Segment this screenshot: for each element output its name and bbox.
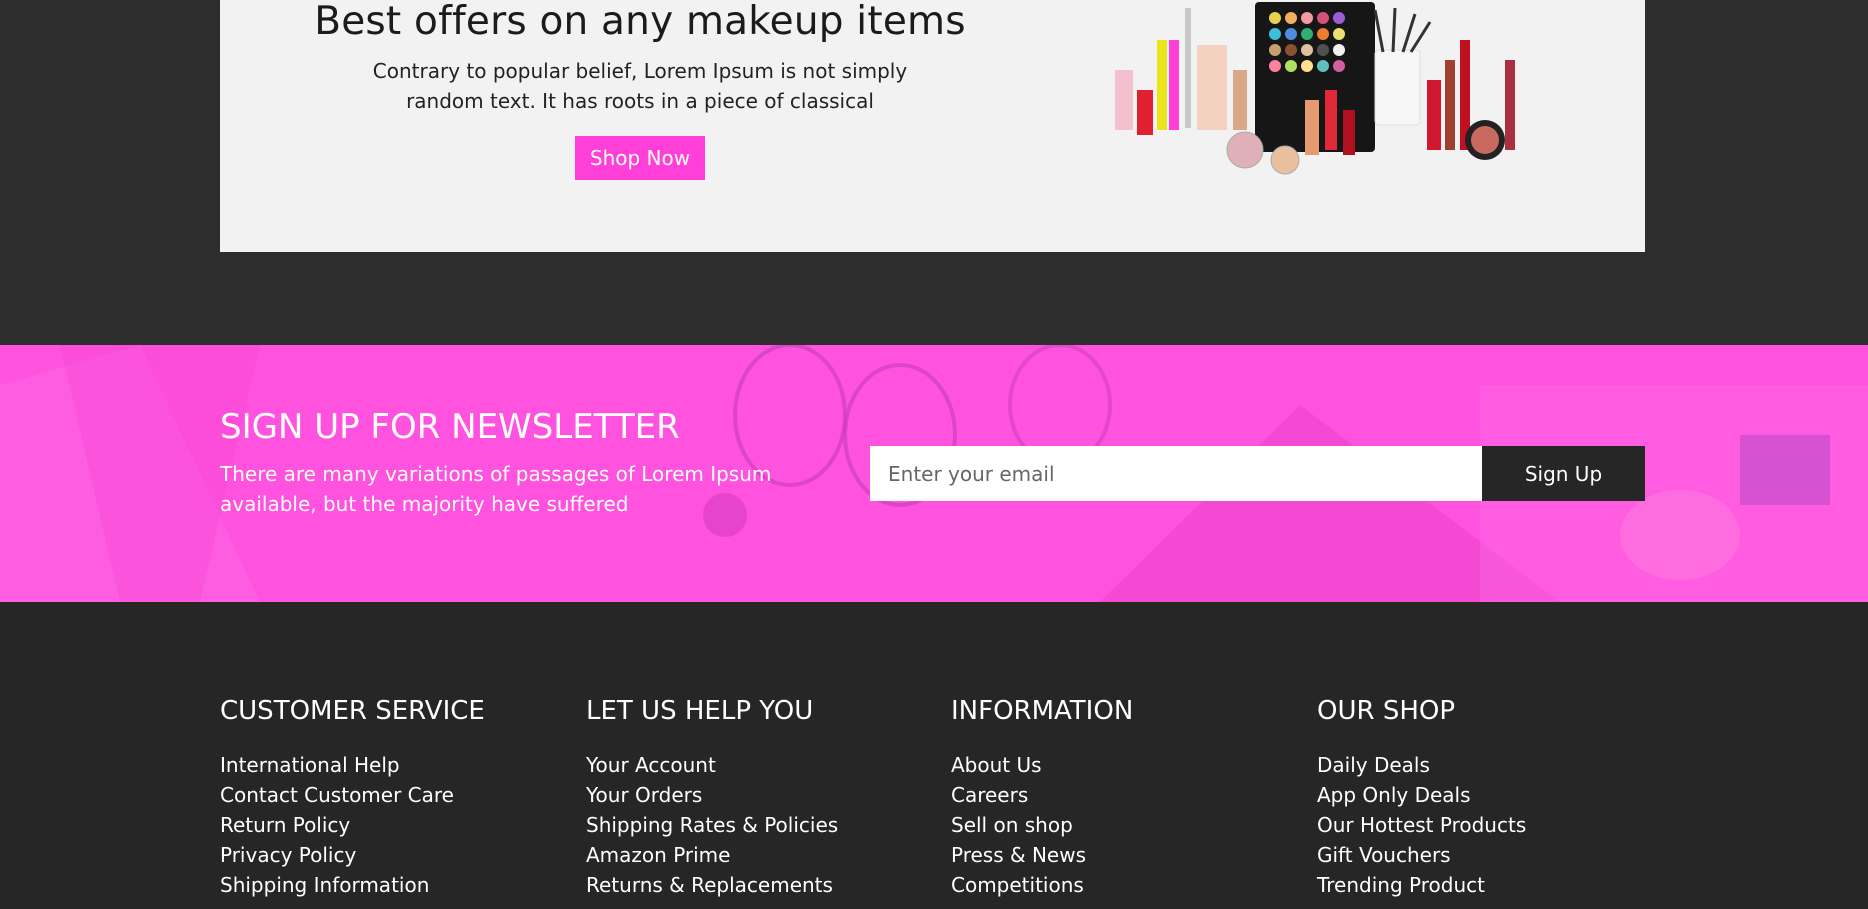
footer-link[interactable]: Return Policy [220,810,560,840]
footer-link[interactable]: Careers [951,780,1291,810]
newsletter-title: SIGN UP FOR NEWSLETTER [220,407,680,447]
footer-link[interactable]: Returns & Replacements [586,870,926,900]
footer-column-title: OUR SHOP [1317,696,1456,726]
footer-link[interactable]: Gift Vouchers [1317,840,1657,870]
footer-link[interactable]: Sell on shop [951,810,1291,840]
footer-link[interactable]: Competitions [951,870,1291,900]
makeup-products-image [1115,2,1515,175]
footer-link[interactable]: About Us [951,750,1291,780]
footer-link[interactable]: App Only Deals [1317,780,1657,810]
offer-card: Best offers on any makeup items Contrary… [220,0,1645,252]
footer-link[interactable]: Shipping Information [220,870,560,900]
newsletter-section: SIGN UP FOR NEWSLETTER There are many va… [0,345,1868,602]
shop-now-button[interactable]: Shop Now [574,136,706,180]
footer-link[interactable]: Daily Deals [1317,750,1657,780]
footer-column-title: INFORMATION [951,696,1134,726]
footer-link[interactable]: Press & News [951,840,1291,870]
footer-column-title: CUSTOMER SERVICE [220,696,485,726]
footer-link[interactable]: Your Orders [586,780,926,810]
footer-link[interactable]: Privacy Policy [220,840,560,870]
footer-link[interactable]: Contact Customer Care [220,780,560,810]
footer-column-customer-service: CUSTOMER SERVICE International Help Cont… [220,694,560,900]
footer-column-help: LET US HELP YOU Your Account Your Orders… [586,694,926,900]
newsletter-text: SIGN UP FOR NEWSLETTER There are many va… [220,407,820,519]
offer-text: Best offers on any makeup items Contrary… [310,0,970,180]
footer-link[interactable]: Trending Product [1317,870,1657,900]
footer-link[interactable]: International Help [220,750,560,780]
footer-link[interactable]: Amazon Prime [586,840,926,870]
newsletter-form: Sign Up [870,446,1645,501]
offer-title: Best offers on any makeup items [314,0,966,44]
footer-link[interactable]: Shipping Rates & Policies [586,810,926,840]
footer-link[interactable]: Our Hottest Products [1317,810,1657,840]
sign-up-button[interactable]: Sign Up [1482,446,1645,501]
newsletter-description: There are many variations of passages of… [220,462,772,516]
footer: CUSTOMER SERVICE International Help Cont… [0,602,1868,909]
email-input[interactable] [870,446,1482,501]
offer-description: Contrary to popular belief, Lorem Ipsum … [372,59,908,113]
footer-column-information: INFORMATION About Us Careers Sell on sho… [951,694,1291,900]
footer-link[interactable]: Your Account [586,750,926,780]
offer-section: Best offers on any makeup items Contrary… [0,0,1868,345]
footer-column-our-shop: OUR SHOP Daily Deals App Only Deals Our … [1317,694,1657,900]
footer-column-title: LET US HELP YOU [586,696,814,726]
